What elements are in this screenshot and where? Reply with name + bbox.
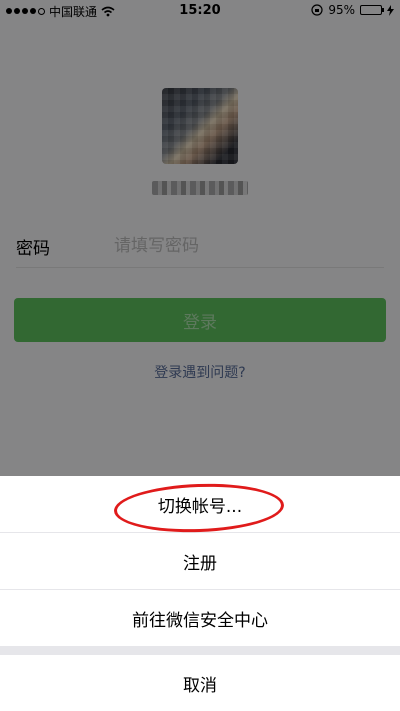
cancel-button[interactable]: 取消 — [0, 655, 400, 711]
security-center-button[interactable]: 前往微信安全中心 — [0, 590, 400, 646]
register-button[interactable]: 注册 — [0, 533, 400, 589]
